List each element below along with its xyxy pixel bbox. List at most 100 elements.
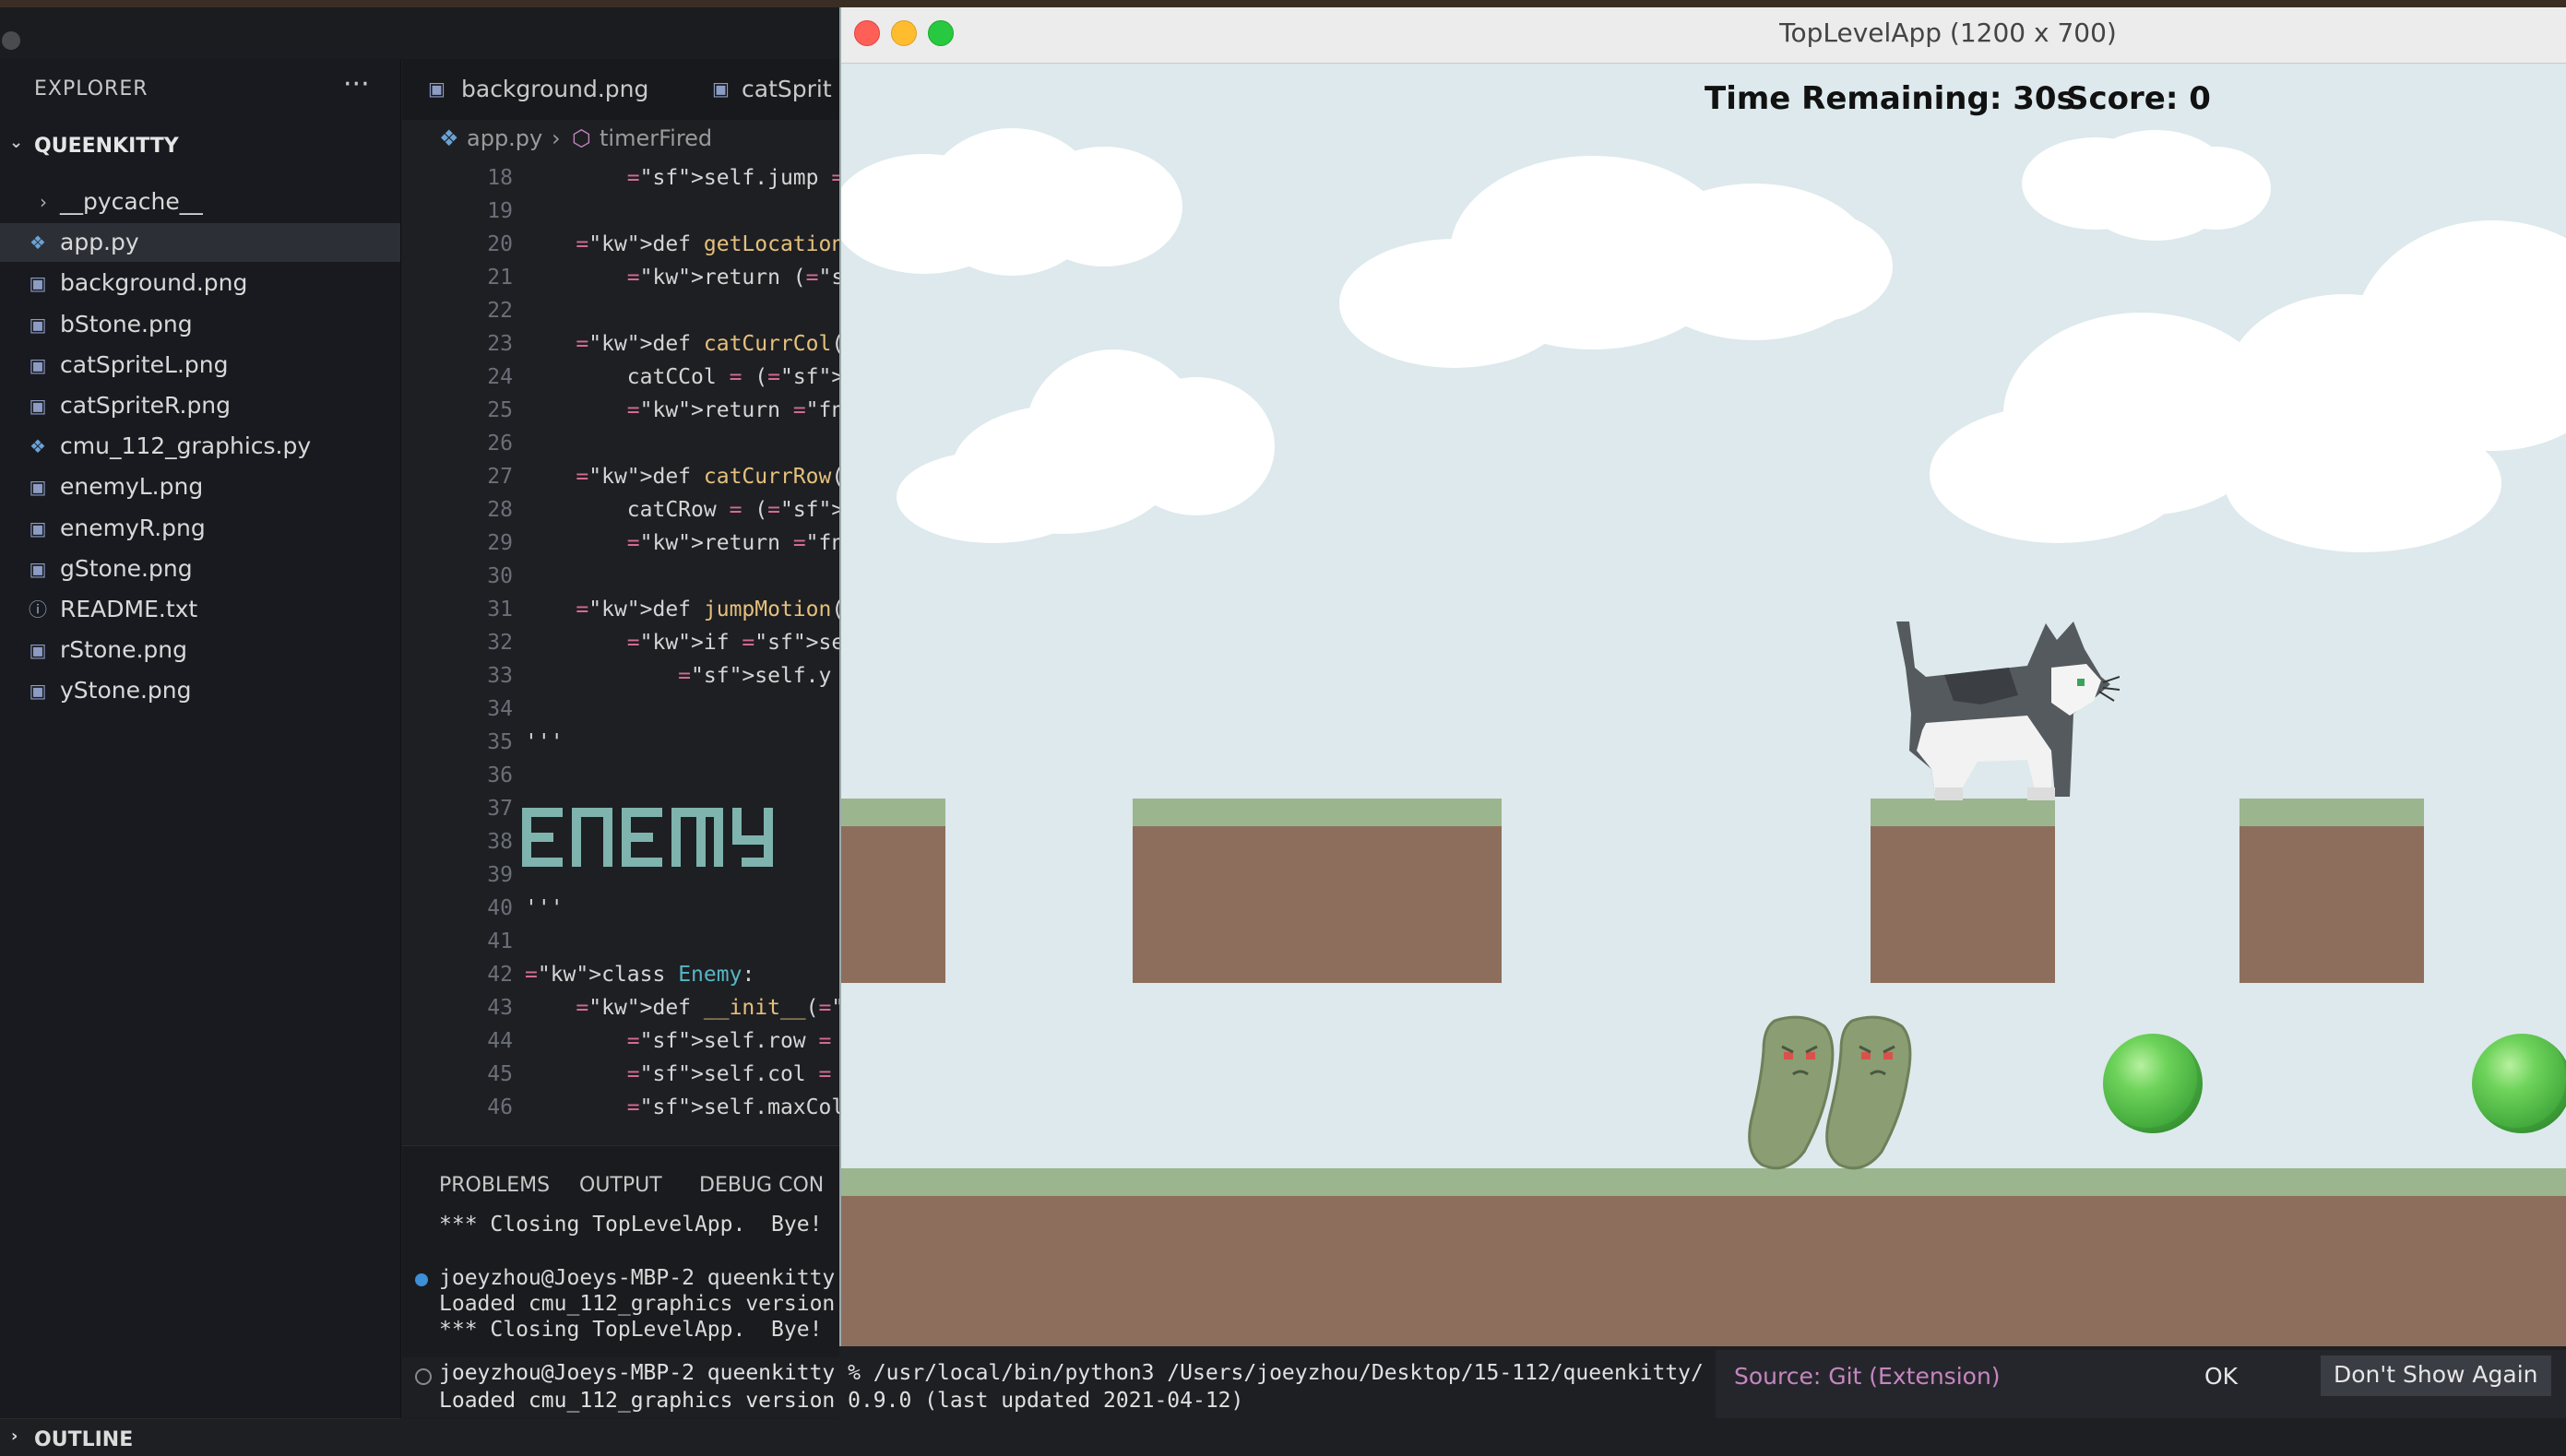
- file-item[interactable]: › __pycache__: [0, 183, 400, 221]
- code-text: ''': [525, 730, 564, 754]
- file-item[interactable]: ⓘ README.txt: [0, 590, 400, 629]
- line-number: 40: [487, 896, 513, 920]
- chevron-right-icon: ›: [40, 191, 47, 213]
- code-line: 21 ="kw">return (="sf">self.x,: [402, 266, 839, 299]
- file-label: background.png: [60, 269, 248, 297]
- method-icon: ⬡: [572, 125, 591, 151]
- breadcrumb-symbol[interactable]: timerFired: [600, 125, 712, 151]
- line-number: 20: [487, 232, 513, 256]
- code-text: ="sf">self.maxCol = co: [626, 1095, 839, 1119]
- code-text: ''': [525, 896, 564, 920]
- line-number: 45: [487, 1062, 513, 1086]
- line-number: 32: [487, 631, 513, 655]
- image-file-icon: ▣: [428, 77, 445, 100]
- explorer-sidebar: EXPLORER ··· ⌄ QUEENKITTY › __pycache__ ❖ a…: [0, 59, 401, 1451]
- file-item[interactable]: ▣ bStone.png: [0, 305, 400, 344]
- outline-label: OUTLINE: [34, 1428, 134, 1451]
- line-number: 27: [487, 465, 513, 489]
- line-number: 19: [487, 199, 513, 223]
- line-number: 38: [487, 830, 513, 854]
- code-text: catCCol = (="sf">self.: [525, 365, 839, 389]
- dont-show-again-button[interactable]: Don't Show Again: [2321, 1355, 2551, 1396]
- score: Score: 0: [2066, 80, 2211, 117]
- terminal-line: *** Closing TopLevelApp. Bye!: [439, 1213, 823, 1237]
- green-stone-orb: [2103, 1034, 2203, 1133]
- enemy-pickle: [1825, 1015, 1912, 1170]
- image-file-icon: ▣: [29, 557, 47, 580]
- file-item[interactable]: ▣ gStone.png: [0, 550, 400, 588]
- file-item[interactable]: ▣ rStone.png: [0, 631, 400, 669]
- file-label: yStone.png: [60, 677, 192, 704]
- image-file-icon: ▣: [29, 313, 47, 336]
- code-line: 20 ="kw">def getLocation(="sf">self: [402, 232, 839, 266]
- code-text: catCRow = (="sf">self.: [525, 498, 839, 522]
- vscode-titlebar: [0, 7, 839, 59]
- file-label: gStone.png: [60, 554, 193, 582]
- code-text: ="kw">def catCurrRow(="sf">self,: [576, 465, 839, 489]
- code-line: 33 ="sf">self.y -= yV: [402, 664, 839, 697]
- python-file-icon: ❖: [30, 435, 46, 458]
- code-line: 25 ="kw">return ="fn">int(catCC: [402, 398, 839, 432]
- file-item[interactable]: ▣ catSpriteL.png: [0, 346, 400, 385]
- file-label: rStone.png: [60, 636, 188, 664]
- code-text: ="kw">if ="sf">self.jump:: [626, 631, 839, 655]
- file-item[interactable]: ▣ enemyL.png: [0, 468, 400, 506]
- code-text: ="kw">return ="fn">int(catCR: [626, 531, 839, 555]
- file-item[interactable]: ❖ app.py: [0, 223, 400, 263]
- explorer-header: EXPLORER: [34, 77, 148, 101]
- code-text: ="sf">self.jump = Fals: [626, 166, 839, 190]
- outline-section[interactable]: › OUTLINE: [0, 1418, 400, 1456]
- code-line: 35 ''': [402, 730, 839, 764]
- folder-name: QUEENKITTY: [34, 135, 179, 158]
- file-label: enemyR.png: [60, 514, 206, 541]
- line-number: 33: [487, 664, 513, 688]
- image-file-icon: ▣: [712, 77, 730, 100]
- cat-sprite: [1896, 621, 2120, 800]
- tab-debug-console[interactable]: DEBUG CON: [699, 1174, 824, 1197]
- command-status-dot: [415, 1273, 428, 1286]
- code-editor[interactable]: 18 ="sf">self.jump = Fals1920 ="kw">def …: [402, 166, 839, 1140]
- editor-tabbar: ▣ background.png ▣ catSprit: [402, 59, 839, 120]
- code-line: 30: [402, 564, 839, 598]
- tab-output[interactable]: OUTPUT: [579, 1174, 662, 1197]
- file-item[interactable]: ▣ catSpriteR.png: [0, 386, 400, 425]
- terminal-line: joeyzhou@Joeys-MBP-2 queenkitty: [439, 1266, 836, 1290]
- game-canvas[interactable]: Time Remaining: 30s Score: 0: [841, 64, 2566, 1346]
- ok-button[interactable]: OK: [2204, 1363, 2238, 1390]
- tab-problems[interactable]: PROBLEMS: [439, 1174, 550, 1197]
- app-title: TopLevelApp (1200 x 700): [1779, 18, 2117, 48]
- code-line: 46 ="sf">self.maxCol = co: [402, 1095, 839, 1129]
- code-line: 36: [402, 764, 839, 797]
- file-item[interactable]: ▣ background.png: [0, 264, 400, 302]
- code-text: ="kw">def __init__(="sf">self, r: [576, 996, 839, 1020]
- app-titlebar: TopLevelApp (1200 x 700): [841, 7, 2566, 64]
- code-text: ="sf">self.row = row: [626, 1029, 832, 1053]
- code-line: 45 ="sf">self.col = col: [402, 1062, 839, 1095]
- file-label: catSpriteL.png: [60, 350, 229, 378]
- code-line: 19: [402, 199, 839, 232]
- window-control-dot[interactable]: [2, 31, 20, 50]
- image-file-icon: ▣: [29, 680, 47, 703]
- breadcrumb-file[interactable]: app.py: [467, 125, 542, 151]
- file-item[interactable]: ▣ enemyR.png: [0, 509, 400, 548]
- file-label: cmu_112_graphics.py: [60, 432, 312, 460]
- code-text: ="sf">self.y -= yV: [678, 664, 839, 688]
- file-label: bStone.png: [60, 310, 193, 337]
- more-actions-icon[interactable]: ···: [343, 68, 370, 101]
- tab-label: catSprit: [742, 76, 832, 102]
- file-item[interactable]: ▣ yStone.png: [0, 671, 400, 710]
- code-line: 39: [402, 863, 839, 896]
- time-remaining: Time Remaining: 30s: [1705, 80, 2075, 117]
- line-number: 37: [487, 797, 513, 821]
- code-line: 34: [402, 697, 839, 730]
- file-label: README.txt: [60, 596, 198, 622]
- line-number: 36: [487, 764, 513, 787]
- folder-queenkitty[interactable]: ⌄ QUEENKITTY: [0, 127, 400, 164]
- image-file-icon: ▣: [29, 639, 47, 662]
- line-number: 30: [487, 564, 513, 588]
- file-item[interactable]: ❖ cmu_112_graphics.py: [0, 427, 400, 466]
- file-label: catSpriteR.png: [60, 392, 232, 419]
- code-line: 29 ="kw">return ="fn">int(catCR: [402, 531, 839, 564]
- image-file-icon: ▣: [29, 476, 47, 499]
- code-text: ="kw">class Enemy:: [525, 963, 755, 987]
